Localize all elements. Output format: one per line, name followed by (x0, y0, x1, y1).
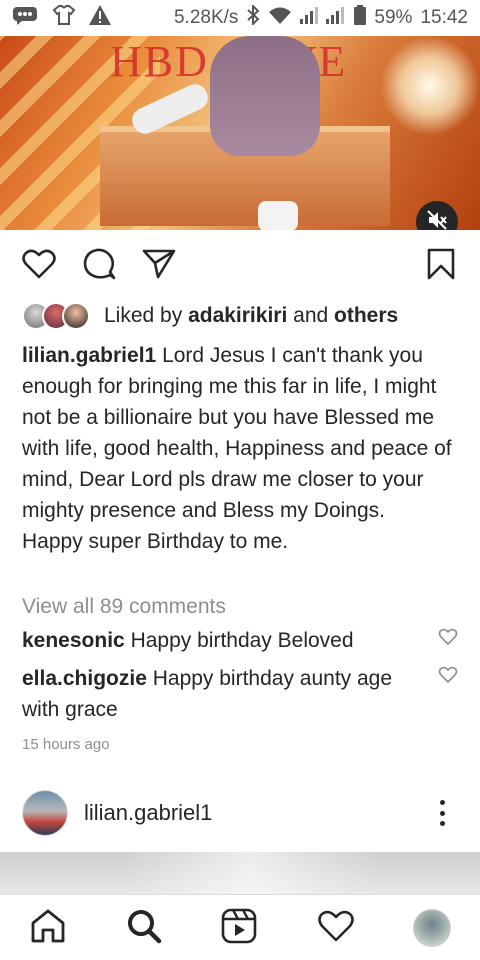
signal-icon (300, 5, 346, 31)
likes-summary[interactable]: Liked by adakirikiri and others (22, 300, 398, 332)
caption-text: Lord Jesus I can't thank you enough for … (22, 344, 452, 522)
shirt-icon (52, 4, 76, 32)
liker-username[interactable]: adakirikiri (188, 304, 287, 327)
nav-reels-button[interactable] (220, 908, 258, 949)
video-shoe (258, 201, 298, 230)
likes-text: Liked by adakirikiri and others (104, 304, 398, 328)
comment-like-button[interactable] (438, 628, 458, 648)
likes-others-link[interactable]: others (334, 304, 398, 327)
home-icon (30, 909, 66, 948)
more-dot (439, 821, 445, 826)
nav-activity-button[interactable] (317, 909, 355, 947)
status-bar: 5.28K/s 59% 15:42 (0, 0, 480, 36)
wifi-icon (268, 5, 292, 31)
profile-avatar (413, 909, 451, 947)
message-icon (12, 5, 40, 31)
volume-off-icon (426, 209, 448, 231)
view-all-comments-link[interactable]: View all 89 comments (22, 595, 226, 619)
post-actions (0, 246, 480, 286)
comment-username[interactable]: kenesonic (22, 629, 125, 652)
warning-icon (88, 4, 112, 32)
comment-username[interactable]: ella.chigozie (22, 667, 147, 690)
caption-username[interactable]: lilian.gabriel1 (22, 344, 156, 367)
post-video[interactable]: HBD LOVE (0, 36, 480, 230)
likes-and: and (293, 304, 329, 327)
comment-icon (82, 248, 116, 285)
activity-heart-icon (318, 910, 354, 947)
more-dot (439, 800, 445, 805)
network-speed: 5.28K/s (173, 7, 239, 28)
post-caption: lilian.gabriel1 Lord Jesus I can't thank… (22, 340, 462, 557)
next-post-media-tint (120, 852, 380, 894)
bottom-navigation (0, 894, 480, 960)
next-post-username[interactable]: lilian.gabriel1 (84, 800, 212, 826)
post-timestamp: 15 hours ago (22, 736, 110, 753)
bluetooth-icon (246, 3, 260, 31)
mute-button[interactable] (416, 201, 458, 230)
heart-icon (22, 249, 56, 284)
bookmark-icon (427, 248, 455, 285)
nav-profile-button[interactable] (413, 909, 451, 947)
comment-item: kenesonic Happy birthday Beloved (22, 625, 422, 656)
comment-like-button[interactable] (438, 666, 458, 686)
comment-text: Happy birthday Beloved (130, 629, 354, 652)
avatar (62, 302, 90, 330)
battery-icon (354, 5, 367, 31)
heart-icon (438, 666, 458, 688)
share-button[interactable] (139, 246, 179, 286)
next-post-media[interactable] (0, 852, 480, 894)
caption-last-line: Happy super Birthday to me. (22, 530, 289, 553)
like-button[interactable] (19, 246, 59, 286)
send-icon (142, 248, 176, 285)
video-person (210, 36, 320, 156)
nav-home-button[interactable] (29, 909, 67, 947)
avatar[interactable] (22, 790, 68, 836)
nav-search-button[interactable] (125, 909, 163, 947)
next-post-header: lilian.gabriel1 (22, 790, 212, 836)
clock: 15:42 (420, 7, 468, 28)
likes-prefix: Liked by (104, 304, 183, 327)
more-dot (439, 810, 445, 816)
search-icon (126, 908, 162, 949)
heart-icon (438, 628, 458, 650)
save-button[interactable] (421, 246, 461, 286)
comment-item: ella.chigozie Happy birthday aunty age w… (22, 663, 422, 725)
battery-percent: 59% (374, 7, 413, 28)
comment-button[interactable] (79, 246, 119, 286)
reels-icon (221, 908, 257, 949)
liker-avatars (22, 302, 90, 330)
more-options-button[interactable] (432, 796, 452, 830)
video-light-glow (380, 36, 480, 136)
